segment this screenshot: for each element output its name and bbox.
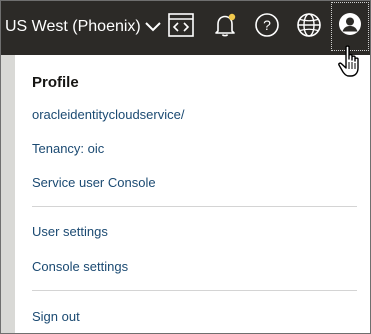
bell-icon bbox=[212, 12, 238, 43]
page-background-edge bbox=[1, 55, 15, 333]
user-avatar-icon bbox=[338, 12, 362, 41]
svg-text:?: ? bbox=[263, 17, 271, 33]
menu-item-console-settings[interactable]: Console settings bbox=[32, 259, 128, 274]
profile-button[interactable] bbox=[331, 2, 369, 51]
profile-dropdown-menu: Profile oracleidentitycloudservice/ Tena… bbox=[15, 55, 370, 333]
top-navigation-bar: US West (Phoenix) ? bbox=[1, 1, 370, 55]
globe-icon bbox=[296, 12, 322, 43]
menu-divider bbox=[32, 290, 357, 291]
help-button[interactable]: ? bbox=[253, 12, 281, 43]
menu-item-identity-domain[interactable]: oracleidentitycloudservice/ bbox=[32, 107, 184, 122]
code-editor-icon bbox=[168, 12, 194, 42]
hand-pointer-cursor-icon bbox=[337, 45, 367, 79]
profile-menu-title: Profile bbox=[32, 74, 79, 91]
menu-item-service-user-console[interactable]: Service user Console bbox=[32, 175, 156, 190]
menu-item-sign-out[interactable]: Sign out bbox=[32, 309, 80, 324]
menu-item-user-settings[interactable]: User settings bbox=[32, 224, 108, 239]
chevron-down-icon bbox=[145, 22, 161, 32]
language-button[interactable] bbox=[295, 12, 323, 43]
menu-item-tenancy[interactable]: Tenancy: oic bbox=[32, 141, 104, 156]
menu-divider bbox=[32, 206, 357, 207]
region-label: US West (Phoenix) bbox=[5, 18, 141, 35]
code-editor-button[interactable] bbox=[167, 12, 195, 42]
notifications-button[interactable] bbox=[211, 13, 239, 41]
region-selector[interactable]: US West (Phoenix) bbox=[5, 15, 161, 39]
console-window: US West (Phoenix) ? Profile oracleidenti… bbox=[0, 0, 371, 334]
help-icon: ? bbox=[254, 12, 280, 43]
